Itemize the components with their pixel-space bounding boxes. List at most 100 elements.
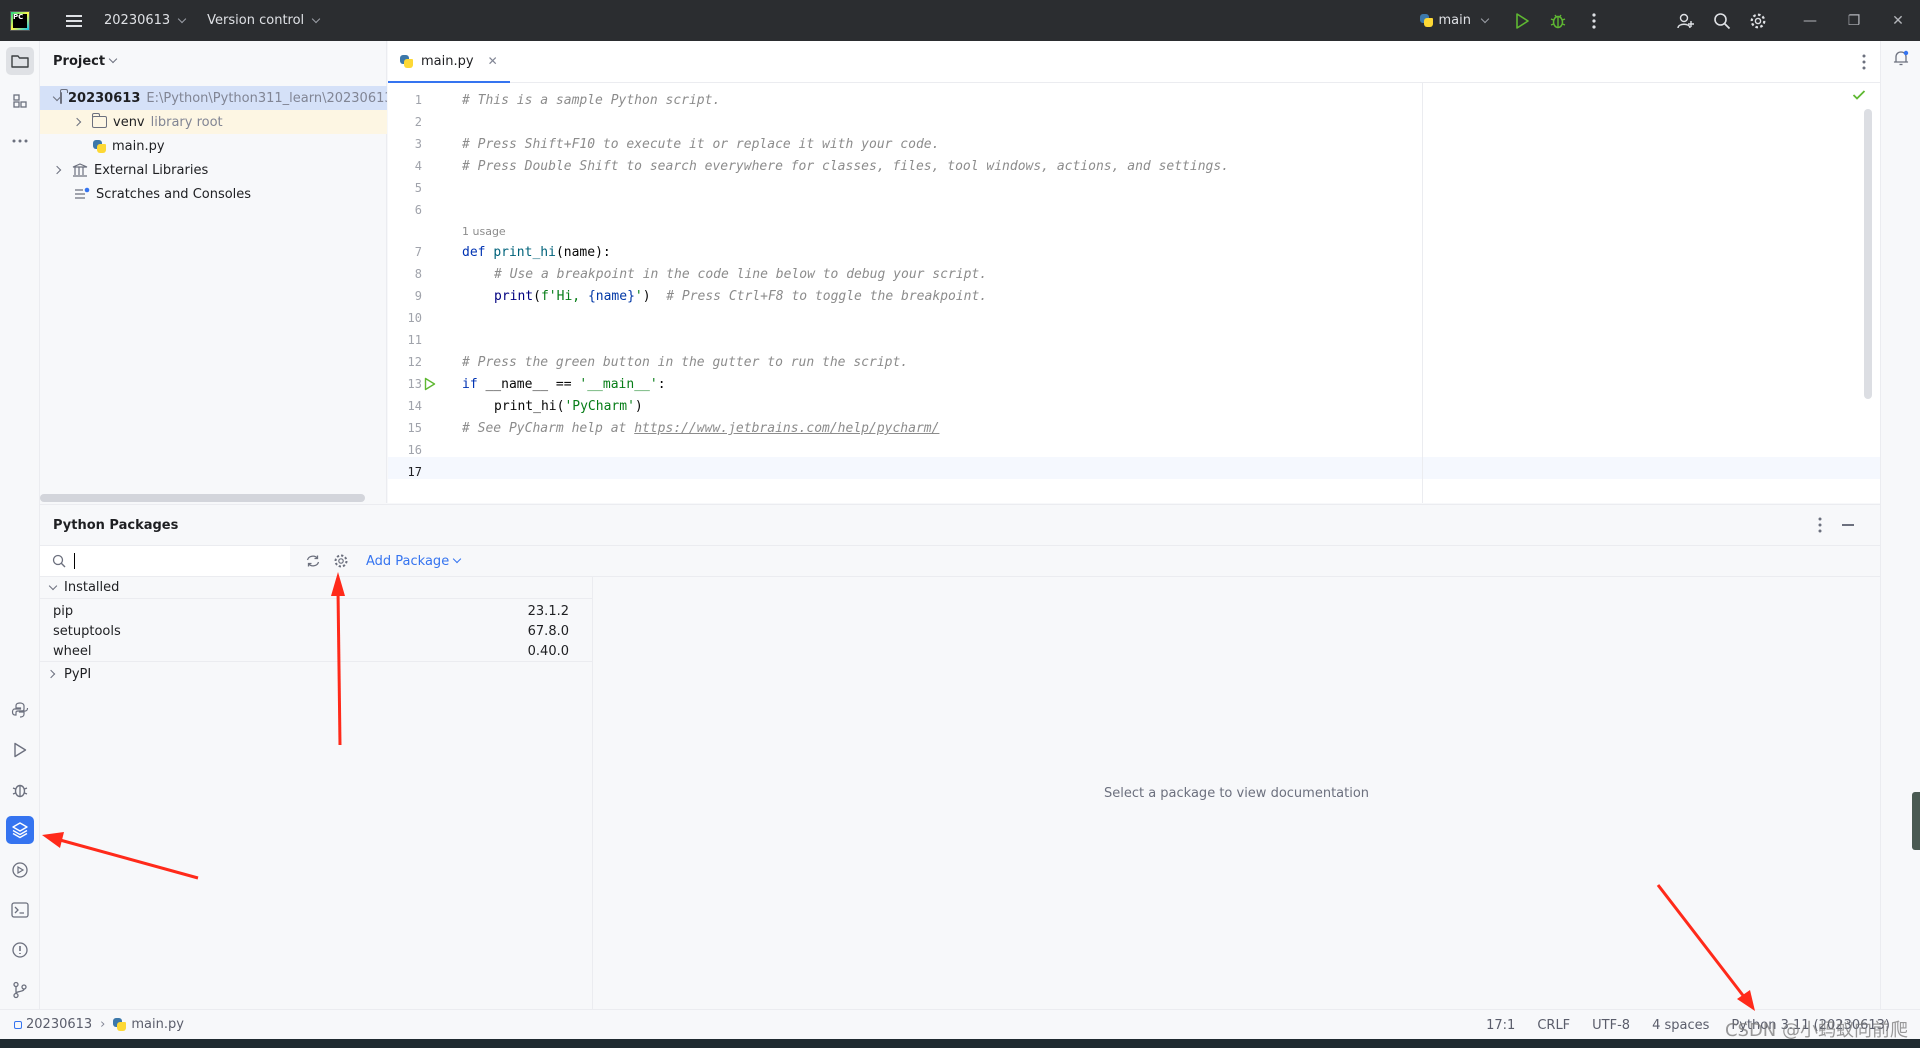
problems-icon[interactable] [6, 936, 34, 964]
python-packages-layers-icon[interactable] [6, 816, 34, 844]
no-problems-check-icon[interactable] [1852, 89, 1866, 105]
tree-item-label: External Libraries [94, 162, 209, 178]
tab-main-py[interactable]: main.py ✕ [388, 41, 510, 83]
pypi-group-header[interactable]: PyPI [40, 663, 593, 685]
usage-hint[interactable]: 1 usage [462, 225, 506, 238]
debug-tool-icon[interactable] [6, 776, 34, 804]
main-menu-icon[interactable] [66, 14, 82, 27]
run-icon[interactable] [1511, 10, 1533, 32]
add-user-icon[interactable] [1675, 10, 1697, 32]
tree-item-scratches[interactable]: Scratches and Consoles [40, 182, 387, 206]
git-branch-icon[interactable] [6, 976, 34, 1004]
string-literal: '__main__' [579, 377, 658, 392]
package-row[interactable]: pip 23.1.2 [40, 601, 593, 621]
breadcrumb-file[interactable]: main.py [131, 1017, 184, 1032]
version-control-menu[interactable]: Version control [207, 13, 321, 28]
expand-arrow-icon[interactable] [52, 165, 72, 175]
refresh-icon[interactable] [302, 550, 324, 572]
breadcrumb: 20230613 › main.py [14, 1017, 184, 1032]
package-row[interactable]: setuptools 67.8.0 [40, 621, 593, 641]
breadcrumb-project[interactable]: 20230613 [26, 1017, 92, 1032]
editor-vertical-scrollbar[interactable] [1864, 109, 1872, 399]
installed-group-header[interactable]: Installed [40, 577, 593, 599]
line-number: 2 [414, 115, 422, 129]
tree-item-label: main.py [112, 138, 165, 154]
package-list: Installed pip 23.1.2 setuptools 67.8.0 w… [40, 577, 593, 1010]
services-icon[interactable] [6, 856, 34, 884]
tree-item-path: E:\Python\Python311_learn\20230613 [146, 90, 387, 106]
hide-panel-icon[interactable] [1842, 524, 1854, 526]
close-window-icon[interactable]: ✕ [1876, 0, 1920, 41]
line-number: 6 [414, 203, 422, 217]
folder-icon [92, 113, 107, 128]
line-number: 14 [407, 399, 422, 413]
comment: # Press Ctrl+F8 to toggle the breakpoint… [666, 289, 988, 304]
chevron-down-icon [452, 554, 462, 564]
package-row[interactable]: wheel 0.40.0 [40, 641, 593, 662]
line-number: 15 [407, 421, 422, 435]
close-tab-icon[interactable]: ✕ [488, 54, 498, 68]
code-line-9: print(f'Hi, {name}') # Press Ctrl+F8 to … [494, 289, 987, 304]
help-link[interactable]: https://www.jetbrains.com/help/pycharm/ [634, 421, 939, 436]
editor-more-icon[interactable] [1862, 54, 1866, 74]
breadcrumb-separator: › [100, 1017, 106, 1032]
search-everywhere-icon[interactable] [1711, 10, 1733, 32]
code-line-16: # See PyCharm help at https://www.jetbra… [462, 421, 939, 436]
csdn-watermark: CSDN @小蚂蚁向前爬 [1724, 1020, 1908, 1041]
project-tool-folder-icon[interactable] [6, 47, 34, 75]
run-tool-icon[interactable] [6, 736, 34, 764]
group-label: PyPI [64, 666, 92, 682]
pycharm-logo-icon: PC [10, 10, 30, 31]
tree-item-label: Scratches and Consoles [96, 186, 252, 202]
title-bar: PC 20230613 Version control main — ❐ ✕ [0, 0, 1920, 41]
line-separator[interactable]: CRLF [1537, 1018, 1570, 1033]
run-config-selector[interactable]: main [1419, 13, 1490, 28]
tree-item-external-libraries[interactable]: External Libraries [40, 158, 387, 182]
manage-repositories-gear-icon[interactable] [330, 550, 352, 572]
indent-setting[interactable]: 4 spaces [1652, 1018, 1709, 1033]
more-actions-icon[interactable] [1583, 10, 1605, 32]
code-line-8: # Use a breakpoint in the code line belo… [494, 267, 988, 282]
structure-icon[interactable] [6, 87, 34, 115]
debug-icon[interactable] [1547, 10, 1569, 32]
tree-item-project-root[interactable]: 20230613 E:\Python\Python311_learn\20230… [40, 86, 387, 110]
gutter-run-icon[interactable] [424, 377, 436, 395]
code-area[interactable]: # This is a sample Python script. # Pres… [462, 83, 1862, 503]
search-icon [52, 554, 66, 568]
code-line-3: # Press Shift+F10 to execute it or repla… [462, 137, 940, 152]
python-icon [1419, 14, 1433, 27]
code-line-7: def print_hi(name): [462, 245, 611, 260]
comment: # See PyCharm help at [462, 421, 635, 436]
add-package-button[interactable]: Add Package [366, 554, 462, 569]
terminal-icon[interactable] [6, 896, 34, 924]
expand-arrow-icon [46, 669, 56, 679]
code-text: (name): [555, 245, 611, 260]
expand-arrow-icon[interactable] [72, 117, 92, 127]
package-search-input[interactable] [40, 546, 290, 576]
editor-tab-bar: main.py ✕ [388, 41, 1880, 83]
line-number: 8 [414, 267, 422, 281]
minimize-window-icon[interactable]: — [1788, 0, 1832, 41]
editor: main.py ✕ 1 2 3 4 5 6 7 8 9 10 11 12 13 … [388, 41, 1880, 503]
panel-options-icon[interactable] [1818, 517, 1822, 537]
python-console-icon[interactable] [6, 696, 34, 724]
tree-item-main-py[interactable]: main.py [40, 134, 387, 158]
caret-position[interactable]: 17:1 [1486, 1018, 1515, 1033]
line-gutter: 1 2 3 4 5 6 7 8 9 10 11 12 13 14 15 16 1… [388, 83, 460, 503]
scratches-icon [75, 187, 90, 199]
notifications-bell-icon[interactable] [1892, 49, 1910, 71]
status-bar: 20230613 › main.py 17:1 CRLF UTF-8 4 spa… [0, 1009, 1920, 1039]
tree-item-venv[interactable]: venv library root [40, 110, 387, 134]
line-number: 12 [407, 355, 422, 369]
horizontal-scrollbar[interactable] [40, 494, 365, 502]
code-text: : [657, 377, 666, 392]
file-encoding[interactable]: UTF-8 [1592, 1018, 1630, 1033]
settings-gear-icon[interactable] [1747, 10, 1769, 32]
restore-window-icon[interactable]: ❐ [1832, 0, 1876, 41]
line-number: 1 [414, 93, 422, 107]
python-packages-panel: Python Packages Add Package Installed pi… [40, 504, 1880, 1010]
code-text: ) [634, 399, 643, 414]
project-panel-header[interactable]: Project [40, 41, 386, 81]
project-switcher[interactable]: 20230613 [104, 13, 187, 28]
more-tools-icon[interactable] [6, 127, 34, 155]
